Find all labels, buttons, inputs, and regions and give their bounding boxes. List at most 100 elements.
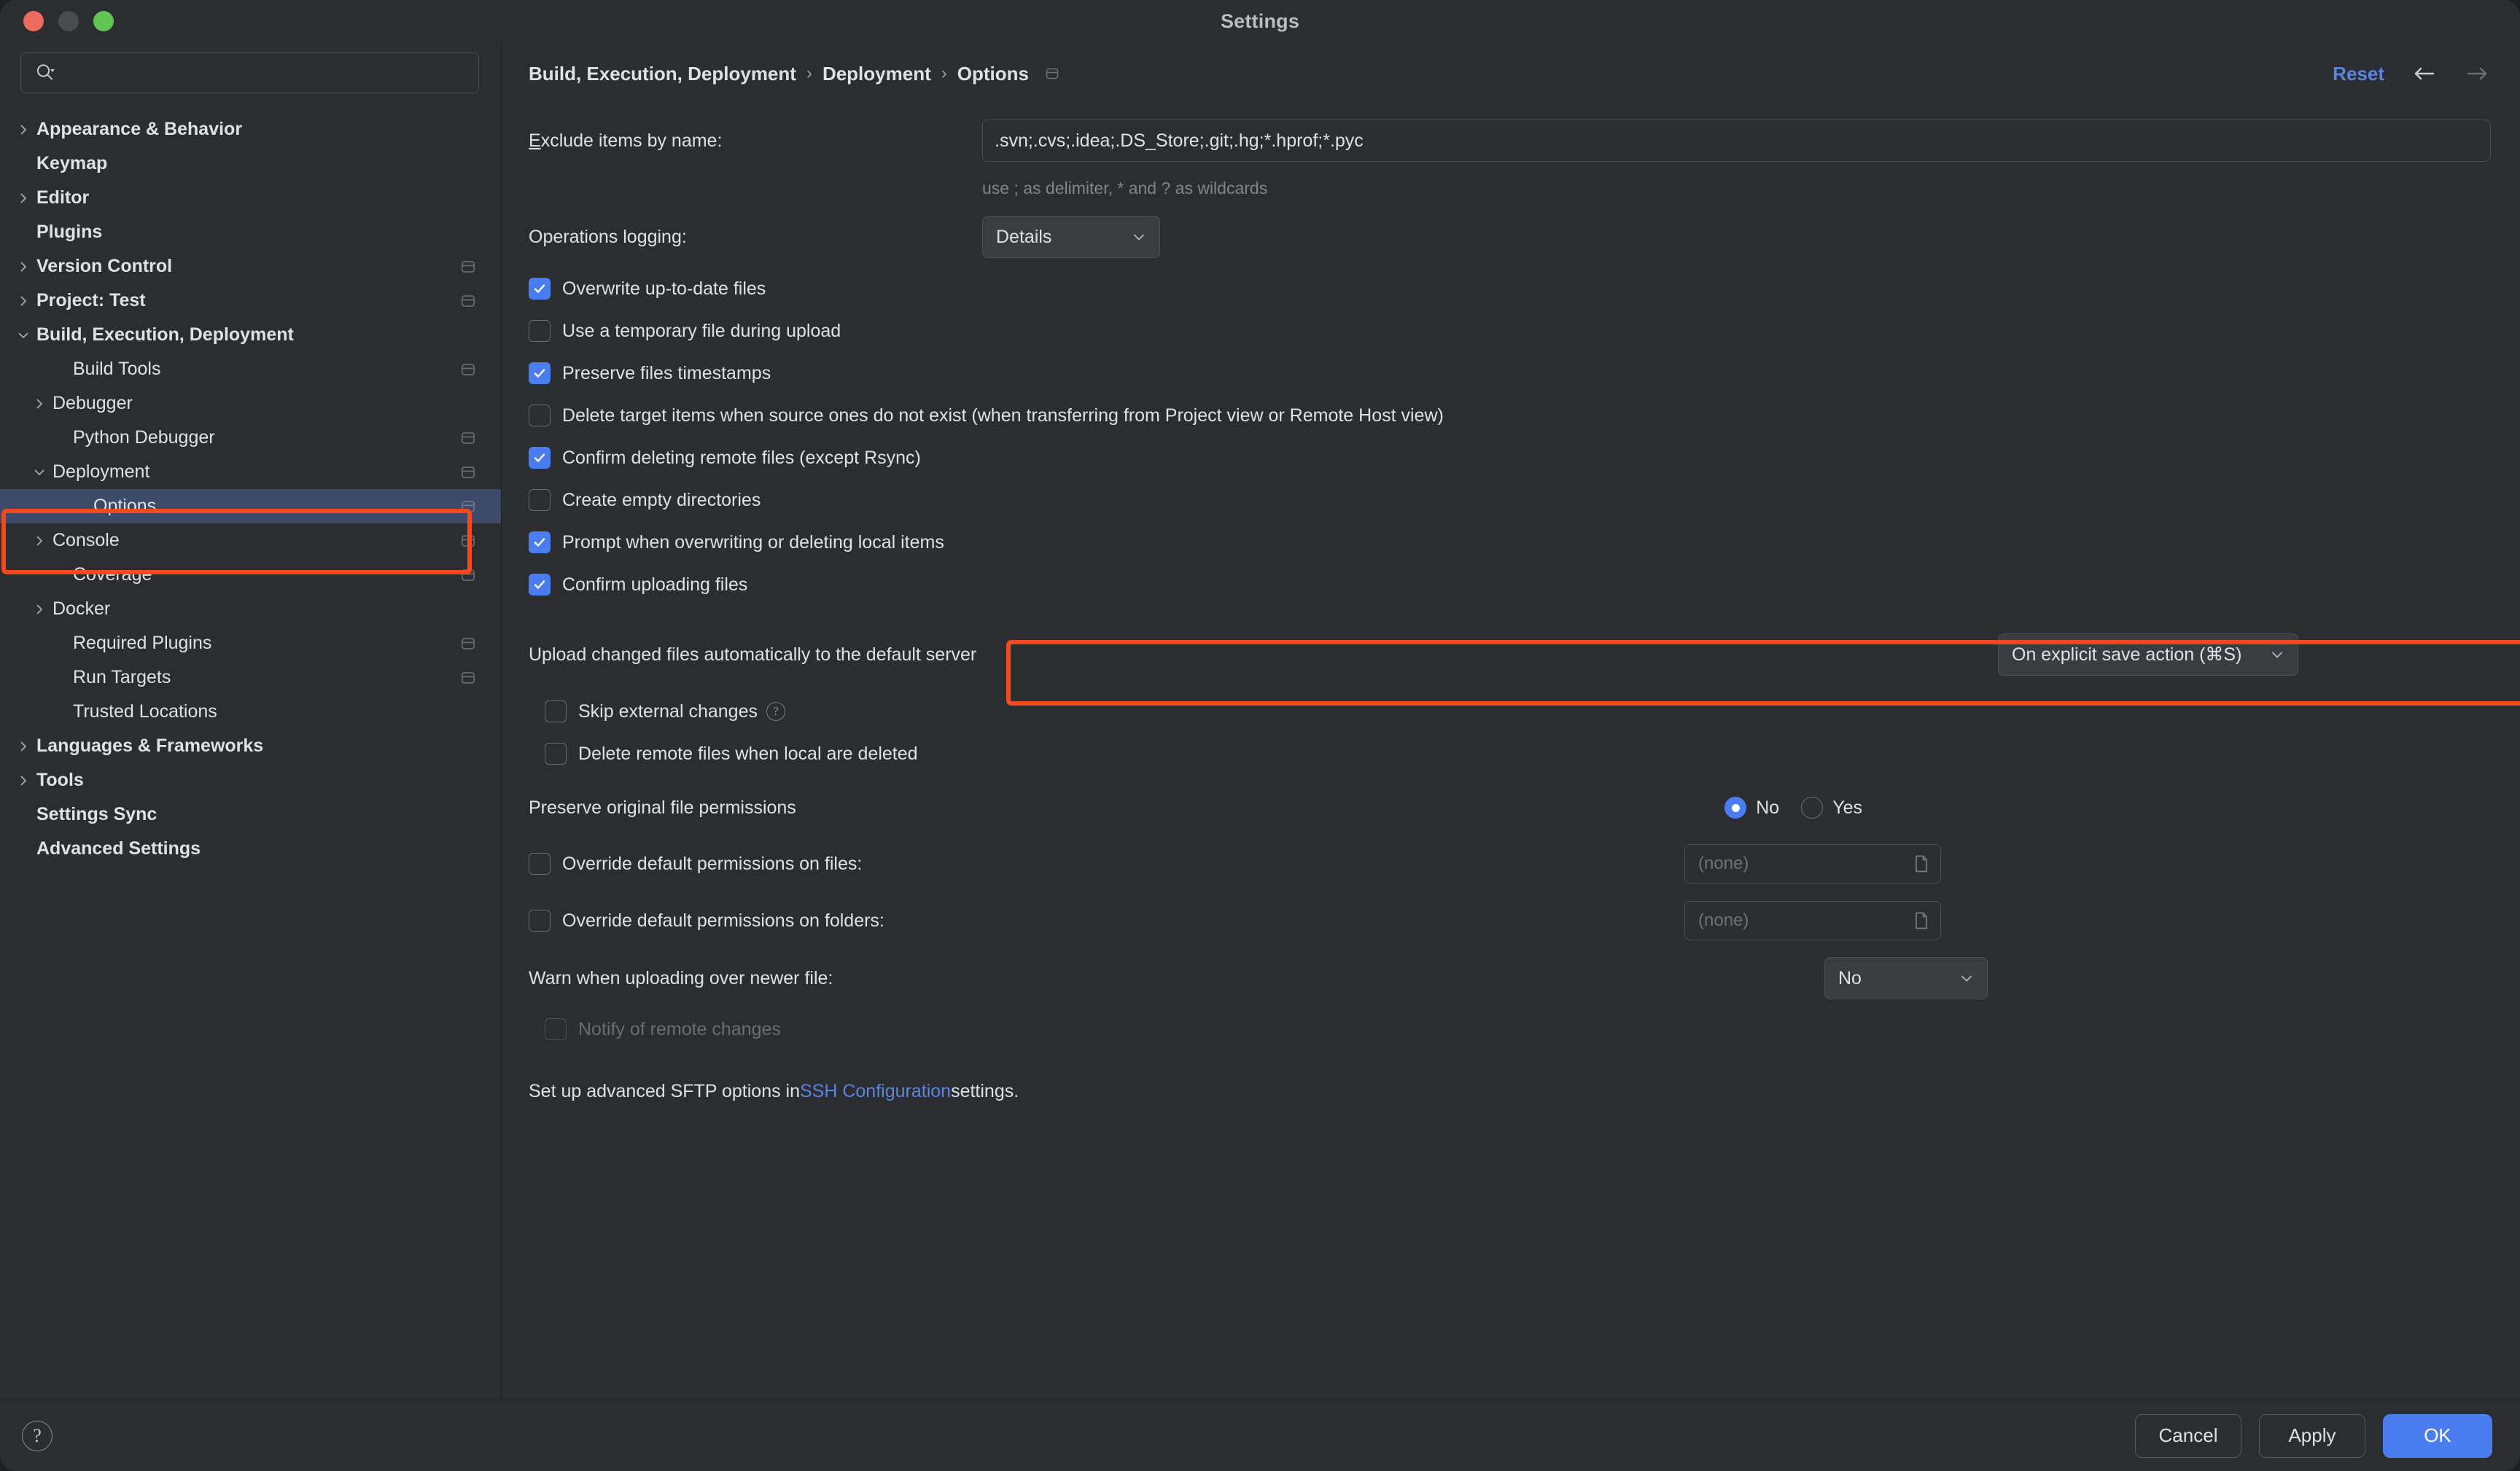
sidebar-item-version-control[interactable]: Version Control (0, 249, 501, 284)
checkbox-confirm-uploading-files[interactable] (529, 574, 551, 596)
sidebar-item-coverage[interactable]: Coverage (0, 558, 501, 592)
exclude-items-hint: use ; as delimiter, * and ? as wildcards (982, 179, 1267, 198)
upload-changed-files-select[interactable]: On explicit save action (⌘S) (1998, 633, 2298, 676)
sidebar-item-docker[interactable]: Docker (0, 592, 501, 626)
checkbox-preserve-files-timestamps[interactable] (529, 362, 551, 384)
arrow-right-icon[interactable] (2463, 59, 2492, 88)
exclude-items-mnemonic: E (529, 130, 541, 151)
chevron-down-icon[interactable] (26, 465, 52, 480)
module-icon (459, 668, 478, 687)
post-upload-checkbox-group: Skip external changes?Delete remote file… (529, 695, 2491, 770)
close-window-button[interactable] (23, 11, 44, 31)
chevron-right-icon[interactable] (10, 191, 36, 206)
warn-newer-select[interactable]: No (1824, 957, 1988, 999)
search-box[interactable] (20, 52, 479, 93)
exclude-items-input[interactable]: .svn;.cvs;.idea;.DS_Store;.git;.hg;*.hpr… (982, 120, 2491, 162)
file-browse-icon[interactable] (1913, 854, 1930, 873)
file-browse-icon[interactable] (1913, 911, 1930, 930)
chevron-right-icon[interactable] (26, 602, 52, 617)
checkbox-use-a-temporary-file-during-upload[interactable] (529, 320, 551, 342)
sidebar-item-required-plugins[interactable]: Required Plugins (0, 626, 501, 660)
override-files-input[interactable]: (none) (1684, 844, 1941, 883)
maximize-window-button[interactable] (93, 11, 114, 31)
sidebar-item-deployment[interactable]: Deployment (0, 455, 501, 489)
module-icon (459, 257, 478, 276)
checkbox-label: Prompt when overwriting or deleting loca… (562, 532, 944, 553)
checkbox-overwrite-up-to-date-files[interactable] (529, 278, 551, 300)
sidebar-item-label: Appearance & Behavior (36, 120, 242, 138)
apply-button[interactable]: Apply (2259, 1414, 2365, 1458)
deployment-options-checkbox-group: Overwrite up-to-date filesUse a temporar… (529, 273, 2491, 601)
sidebar-item-python-debugger[interactable]: Python Debugger (0, 421, 501, 455)
preserve-permissions-option-yes[interactable]: Yes (1801, 797, 1862, 819)
checkbox-create-empty-directories[interactable] (529, 489, 551, 511)
ssh-configuration-link[interactable]: SSH Configuration (800, 1081, 951, 1102)
sidebar-item-build-tools[interactable]: Build Tools (0, 352, 501, 386)
sidebar-item-advanced-settings[interactable]: Advanced Settings (0, 832, 501, 866)
sidebar-item-run-targets[interactable]: Run Targets (0, 660, 501, 695)
exclude-items-label: Exclude items by name: (529, 130, 982, 152)
radio-yes[interactable] (1801, 797, 1823, 819)
chevron-right-icon[interactable] (10, 773, 36, 788)
radio-no-label: No (1756, 797, 1779, 819)
checkbox-delete-remote-files-when-local-are-deleted[interactable] (545, 743, 567, 765)
sidebar-item-label: Console (52, 531, 120, 550)
window-body: Appearance & Behavior KeymapEditorPlugins… (0, 42, 2520, 1400)
chevron-right-icon[interactable] (26, 397, 52, 411)
sidebar-item-project-test[interactable]: Project: Test (0, 284, 501, 318)
reset-button[interactable]: Reset (2333, 63, 2384, 85)
chevron-down-icon[interactable] (10, 328, 36, 343)
checkbox-prompt-when-overwriting-or-deleting-local-items[interactable] (529, 531, 551, 553)
override-files-checkbox[interactable] (529, 853, 551, 875)
chevron-right-icon[interactable] (10, 294, 36, 308)
sidebar-item-plugins[interactable]: Plugins (0, 215, 501, 249)
module-icon (459, 634, 478, 653)
sidebar-item-trusted-locations[interactable]: Trusted Locations (0, 695, 501, 729)
preserve-permissions-radio-group: No Yes (1724, 797, 1862, 819)
sidebar-item-options[interactable]: Options (0, 489, 501, 523)
checkbox-confirm-deleting-remote-files-except-rsync[interactable] (529, 447, 551, 469)
chevron-right-icon[interactable] (10, 122, 36, 137)
breadcrumb-item-1[interactable]: Deployment (822, 63, 931, 85)
preserve-permissions-label: Preserve original file permissions (529, 797, 1724, 819)
chevron-down-icon (1958, 969, 1975, 987)
sidebar-item-tools[interactable]: Tools (0, 763, 501, 797)
cancel-button[interactable]: Cancel (2135, 1414, 2241, 1458)
sidebar-item-settings-sync[interactable]: Settings Sync (0, 797, 501, 832)
checkbox-row: Confirm uploading files (529, 569, 2491, 601)
sidebar-item-languages-frameworks[interactable]: Languages & Frameworks (0, 729, 501, 763)
checkbox-delete-target-items-when-source-ones-do-not-exis[interactable] (529, 405, 551, 426)
breadcrumb-item-0[interactable]: Build, Execution, Deployment (529, 63, 796, 85)
arrow-left-icon[interactable] (2409, 59, 2438, 88)
ok-button[interactable]: OK (2383, 1414, 2492, 1458)
preserve-permissions-row: Preserve original file permissions No Ye… (529, 780, 2491, 835)
override-folders-input[interactable]: (none) (1684, 901, 1941, 940)
sidebar-item-build-execution-deployment[interactable]: Build, Execution, Deployment (0, 318, 501, 352)
sidebar-item-debugger[interactable]: Debugger (0, 386, 501, 421)
sidebar-item-keymap[interactable]: Keymap (0, 147, 501, 181)
search-input[interactable] (58, 63, 467, 84)
breadcrumb: Build, Execution, Deployment › Deploymen… (529, 63, 1061, 85)
sidebar-item-editor[interactable]: Editor (0, 181, 501, 215)
module-icon (459, 497, 478, 516)
sidebar-item-label: Run Targets (73, 668, 171, 687)
window-controls (23, 11, 114, 31)
radio-no[interactable] (1724, 797, 1746, 819)
minimize-window-button[interactable] (58, 11, 79, 31)
sidebar-item-label: Options (93, 497, 156, 515)
sidebar-item-console[interactable]: Console (0, 523, 501, 558)
sidebar-item-label: Advanced Settings (36, 840, 201, 858)
chevron-right-icon[interactable] (10, 260, 36, 274)
sidebar-item-label: Tools (36, 771, 84, 789)
question-mark-icon[interactable]: ? (22, 1421, 52, 1451)
checkbox-skip-external-changes[interactable] (545, 701, 567, 722)
chevron-right-icon[interactable] (26, 534, 52, 548)
preserve-permissions-option-no[interactable]: No (1724, 797, 1779, 819)
override-folders-checkbox[interactable] (529, 910, 551, 932)
chevron-right-icon[interactable] (10, 739, 36, 754)
breadcrumb-item-2[interactable]: Options (957, 63, 1029, 85)
sidebar-item-appearance-behavior[interactable]: Appearance & Behavior (0, 112, 501, 147)
notify-remote-changes-label: Notify of remote changes (578, 1019, 781, 1040)
operations-logging-select[interactable]: Details (982, 216, 1160, 258)
help-icon[interactable]: ? (766, 702, 785, 721)
